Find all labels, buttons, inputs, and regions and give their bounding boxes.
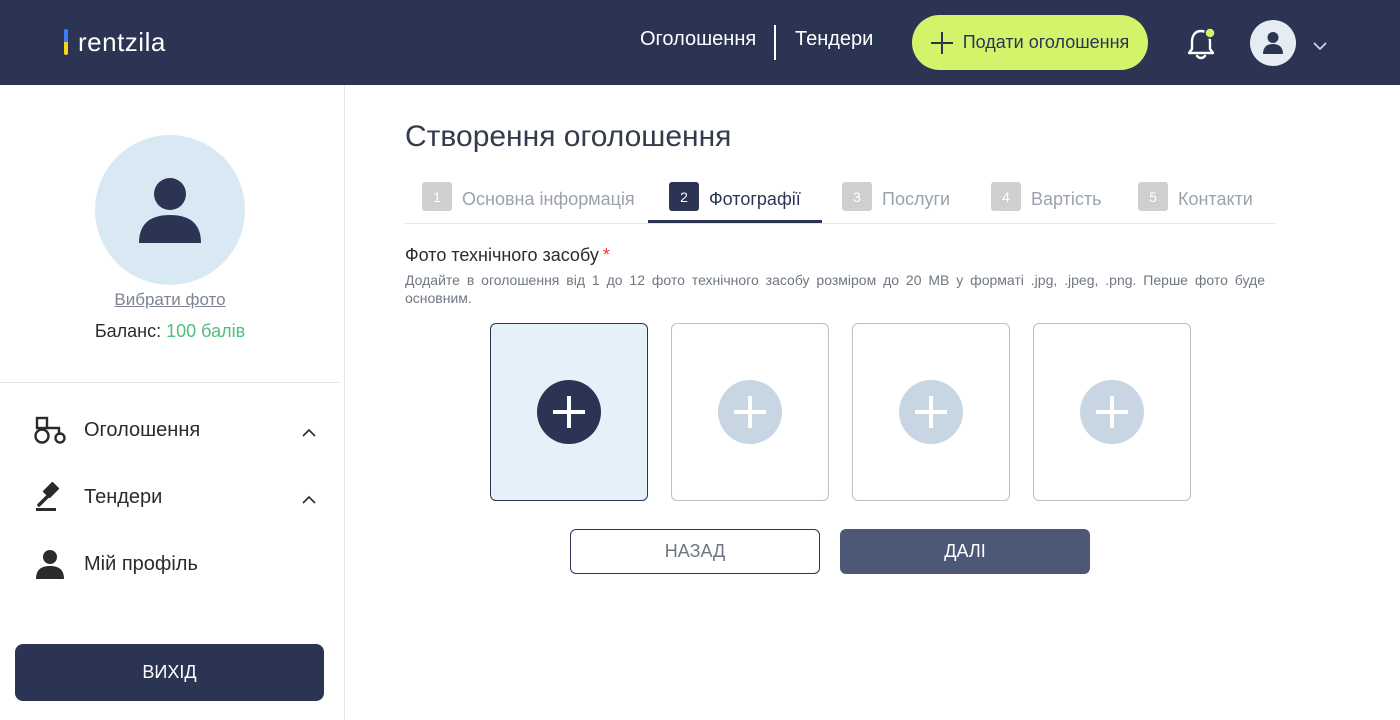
sidebar-item-ads[interactable]: Оголошення (32, 410, 317, 450)
top-header: rentzila Оголошення Тендери Подати оголо… (0, 0, 1400, 85)
notification-bell-icon[interactable] (1185, 25, 1219, 61)
page-title: Створення оголошення (405, 120, 732, 153)
post-ad-button[interactable]: Подати оголошення (912, 15, 1148, 70)
chevron-down-icon[interactable] (1312, 38, 1328, 51)
sidebar: Вибрати фото Баланс: 100 балів Оголошенн… (0, 85, 345, 720)
photo-hint: Додайте в оголошення від 1 до 12 фото те… (405, 272, 1265, 306)
user-icon (139, 178, 201, 243)
chevron-up-icon[interactable] (301, 492, 317, 504)
tab-number: 5 (1138, 182, 1168, 211)
tab-number: 4 (991, 182, 1021, 211)
tab-price[interactable]: 4 Вартість (991, 181, 1102, 224)
balance: Баланс: 100 балів (0, 321, 340, 342)
logo-text: rentzila (78, 26, 166, 57)
tab-label: Вартість (1031, 189, 1102, 209)
tab-label: Основна інформація (462, 189, 635, 209)
user-icon (32, 546, 68, 582)
choose-photo-link[interactable]: Вибрати фото (0, 290, 340, 310)
tab-services[interactable]: 3 Послуги (842, 181, 950, 224)
sidebar-item-tenders[interactable]: Тендери (32, 477, 317, 517)
tab-number: 2 (669, 182, 699, 211)
sidebar-item-label: Мій профіль (84, 552, 198, 575)
step-tabs: 1 Основна інформація 2 Фотографії 3 Посл… (405, 181, 1275, 224)
profile-avatar[interactable] (95, 135, 245, 285)
nav-tenders-link[interactable]: Тендери (795, 28, 873, 51)
tab-label: Послуги (882, 189, 951, 209)
tab-photos[interactable]: 2 Фотографії (648, 181, 822, 223)
next-button[interactable]: Далі (840, 529, 1090, 574)
logout-button[interactable]: Вихід (15, 644, 324, 701)
photo-upload-slot-3[interactable] (852, 323, 1010, 501)
rentzila-logo[interactable]: rentzila (64, 26, 166, 57)
sidebar-divider (0, 382, 340, 383)
plus-icon (930, 31, 953, 54)
post-ad-label: Подати оголошення (962, 32, 1130, 52)
add-circle-icon (1080, 380, 1144, 444)
add-circle-icon (718, 380, 782, 444)
logo-mark (64, 29, 68, 55)
nav-divider (774, 25, 776, 60)
required-mark: * (602, 245, 610, 265)
balance-label: Баланс: (94, 321, 162, 341)
sidebar-item-profile[interactable]: Мій профіль (32, 544, 317, 584)
tab-label: Контакти (1178, 189, 1253, 209)
back-button[interactable]: Назад (570, 529, 820, 574)
photo-upload-slot-1[interactable] (490, 323, 648, 501)
photo-field-label: Фото технічного засобу * (405, 245, 610, 266)
tab-number: 1 (422, 182, 452, 211)
user-avatar[interactable] (1250, 20, 1296, 66)
sidebar-item-label: Оголошення (84, 418, 201, 441)
balance-value: 100 балів (166, 321, 246, 341)
tab-contacts[interactable]: 5 Контакти (1138, 181, 1253, 224)
chevron-up-icon[interactable] (301, 425, 317, 437)
tab-number: 3 (842, 182, 872, 211)
tab-label: Фотографії (709, 189, 801, 209)
photo-field-label-text: Фото технічного засобу (405, 245, 599, 265)
tab-main-info[interactable]: 1 Основна інформація (422, 181, 635, 224)
photo-upload-slot-2[interactable] (671, 323, 829, 501)
gavel-icon (32, 479, 68, 515)
photo-upload-slot-4[interactable] (1033, 323, 1191, 501)
add-circle-icon (899, 380, 963, 444)
add-circle-icon (537, 380, 601, 444)
user-icon (1263, 32, 1283, 54)
nav-ads-link[interactable]: Оголошення (640, 28, 756, 51)
sidebar-item-label: Тендери (84, 485, 163, 508)
tractor-icon (32, 412, 68, 448)
